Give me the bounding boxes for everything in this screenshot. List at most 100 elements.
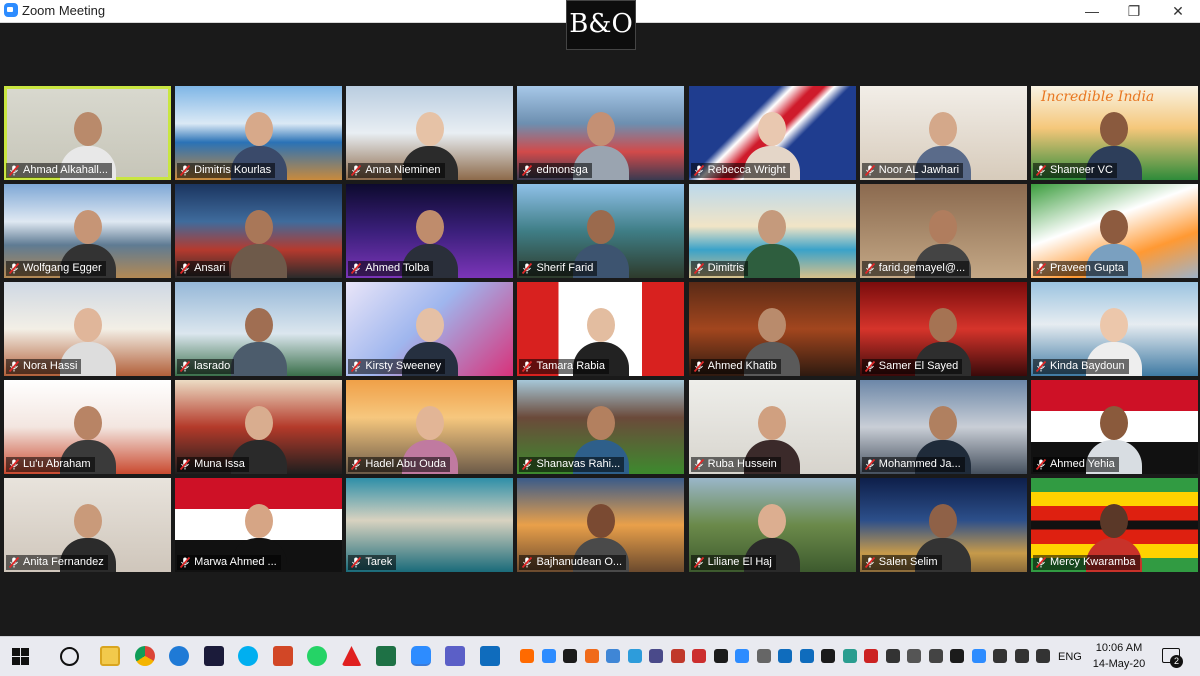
video-tile[interactable]: Noor AL Jawhari [859,86,1027,180]
video-tile[interactable]: Incredible India Shameer VC [1030,86,1198,180]
language-indicator[interactable]: ENG [1058,651,1082,663]
video-tile[interactable]: Dimitris Kourlas [175,86,343,180]
system-tray-icon[interactable] [950,649,964,663]
system-tray-icon[interactable] [799,649,814,663]
system-tray-icon[interactable] [864,649,878,663]
file-explorer-taskbar-icon[interactable] [100,646,120,666]
video-tile[interactable]: Praveen Gupta [1030,184,1198,278]
system-tray-icon[interactable] [756,649,771,663]
system-tray-icon[interactable] [649,649,663,663]
app-bars-taskbar-icon[interactable] [203,646,224,666]
system-tray-icon[interactable] [563,649,577,663]
video-tile[interactable]: Kirsty Sweeney [346,282,514,376]
participant-name: Tamara Rabia [536,360,605,372]
system-tray-icon[interactable] [713,649,728,663]
video-tile[interactable]: Tamara Rabia [517,282,685,376]
whatsapp-taskbar-icon[interactable] [307,646,327,666]
video-tile[interactable]: Liliane El Haj [688,478,856,572]
zoom-taskbar-icon[interactable] [410,646,431,666]
system-tray-icon[interactable] [670,649,685,663]
windows-start-icon[interactable] [12,648,29,665]
video-tile[interactable]: Kinda Baydoun [1030,282,1198,376]
video-tile[interactable]: Bajhanudean O... [517,478,685,572]
video-tile[interactable]: Dimitris [688,184,856,278]
system-tray-icon[interactable] [735,649,749,663]
video-tile[interactable]: Ahmad Alkahall... [4,86,171,180]
system-tray-icon[interactable] [928,649,943,663]
acrobat-taskbar-icon[interactable] [341,646,362,666]
system-tray-icon[interactable] [971,649,986,663]
microphone-muted-icon [864,361,875,372]
video-tile[interactable]: Nora Hassi [4,282,171,376]
system-tray-icon[interactable] [627,649,642,663]
system-tray-icon[interactable] [821,649,835,663]
video-tile[interactable]: Mohammed Ja... [859,380,1027,474]
participant-video [230,302,287,376]
microphone-muted-icon [180,165,191,176]
video-tile[interactable]: Marwa Ahmed ... [175,478,343,572]
video-tile[interactable]: Ahmed Yehia [1030,380,1198,474]
windows-taskbar: ENG 10:06 AM 14-May-20 2 [0,636,1200,676]
video-tile[interactable]: Hadel Abu Ouda [346,380,514,474]
skype-taskbar-icon[interactable] [238,646,258,666]
video-tile[interactable]: Wolfgang Egger [4,184,171,278]
system-tray-icon[interactable] [1036,649,1050,663]
video-tile[interactable]: Sherif Farid [517,184,685,278]
video-tile[interactable]: Ruba Hussein [688,380,856,474]
video-tile[interactable]: Muna Issa [175,380,343,474]
chrome-taskbar-icon[interactable] [134,646,155,666]
minimize-button[interactable]: — [1070,0,1114,22]
microphone-muted-icon [1035,263,1046,274]
video-tile[interactable]: Tarek [346,478,514,572]
microphone-muted-icon [522,263,533,274]
video-tile[interactable]: Mercy Kwaramba [1030,478,1198,572]
outlook-taskbar-icon[interactable] [479,646,500,666]
system-tray-icon[interactable] [606,649,620,663]
video-tile[interactable]: Ansari [175,184,343,278]
participant-face [73,112,102,146]
participant-face [929,210,958,244]
video-tile[interactable]: Samer El Sayed [859,282,1027,376]
video-tile[interactable]: Anita Fernandez [4,478,171,572]
restore-button[interactable]: ❐ [1112,0,1156,22]
system-tray-icon[interactable] [1014,649,1029,663]
system-tray-icon[interactable] [907,649,921,663]
cortana-search-icon[interactable] [60,647,79,666]
system-tray-icon[interactable] [584,649,599,663]
microphone-muted-icon [351,459,362,470]
video-tile[interactable]: farid.gemayel@... [859,184,1027,278]
system-tray-icon[interactable] [885,649,900,663]
system-tray-icon[interactable] [692,649,706,663]
participant-name-bar: Hadel Abu Ouda [348,457,451,472]
video-tile[interactable]: Ahmed Khatib [688,282,856,376]
participant-face [586,112,615,146]
participant-face [758,210,787,244]
participant-name: Sherif Farid [536,262,594,274]
clock-time[interactable]: 10:06 AM [1093,642,1145,654]
participant-name: Rebecca Wright [707,164,786,176]
clock-date[interactable]: 14-May-20 [1090,658,1148,670]
system-tray-icon[interactable] [993,649,1007,663]
video-tile[interactable]: edmonsga [517,86,685,180]
video-tile[interactable]: Anna Nieminen [346,86,514,180]
participant-name: Muna Issa [194,458,245,470]
microphone-muted-icon [9,459,19,470]
microphone-muted-icon [180,459,191,470]
excel-taskbar-icon[interactable] [376,646,396,666]
video-tile[interactable]: Ahmed Tolba [346,184,514,278]
close-button[interactable]: ✕ [1156,0,1200,22]
video-tile[interactable]: Lu'u Abraham [4,380,171,474]
video-tile[interactable]: lasrado [175,282,343,376]
participant-face [758,112,787,146]
edge-taskbar-icon[interactable] [169,646,189,666]
system-tray-icon[interactable] [842,649,857,663]
system-tray-icon[interactable] [520,649,534,663]
video-tile[interactable]: Shanavas Rahi... [517,380,685,474]
participant-name-bar: Nora Hassi [6,359,82,374]
system-tray-icon[interactable] [778,649,792,663]
powerpoint-taskbar-icon[interactable] [272,646,293,666]
video-tile[interactable]: Rebecca Wright [688,86,856,180]
system-tray-icon[interactable] [541,649,556,663]
video-tile[interactable]: Salen Selim [859,478,1027,572]
teams-taskbar-icon[interactable] [445,646,465,666]
